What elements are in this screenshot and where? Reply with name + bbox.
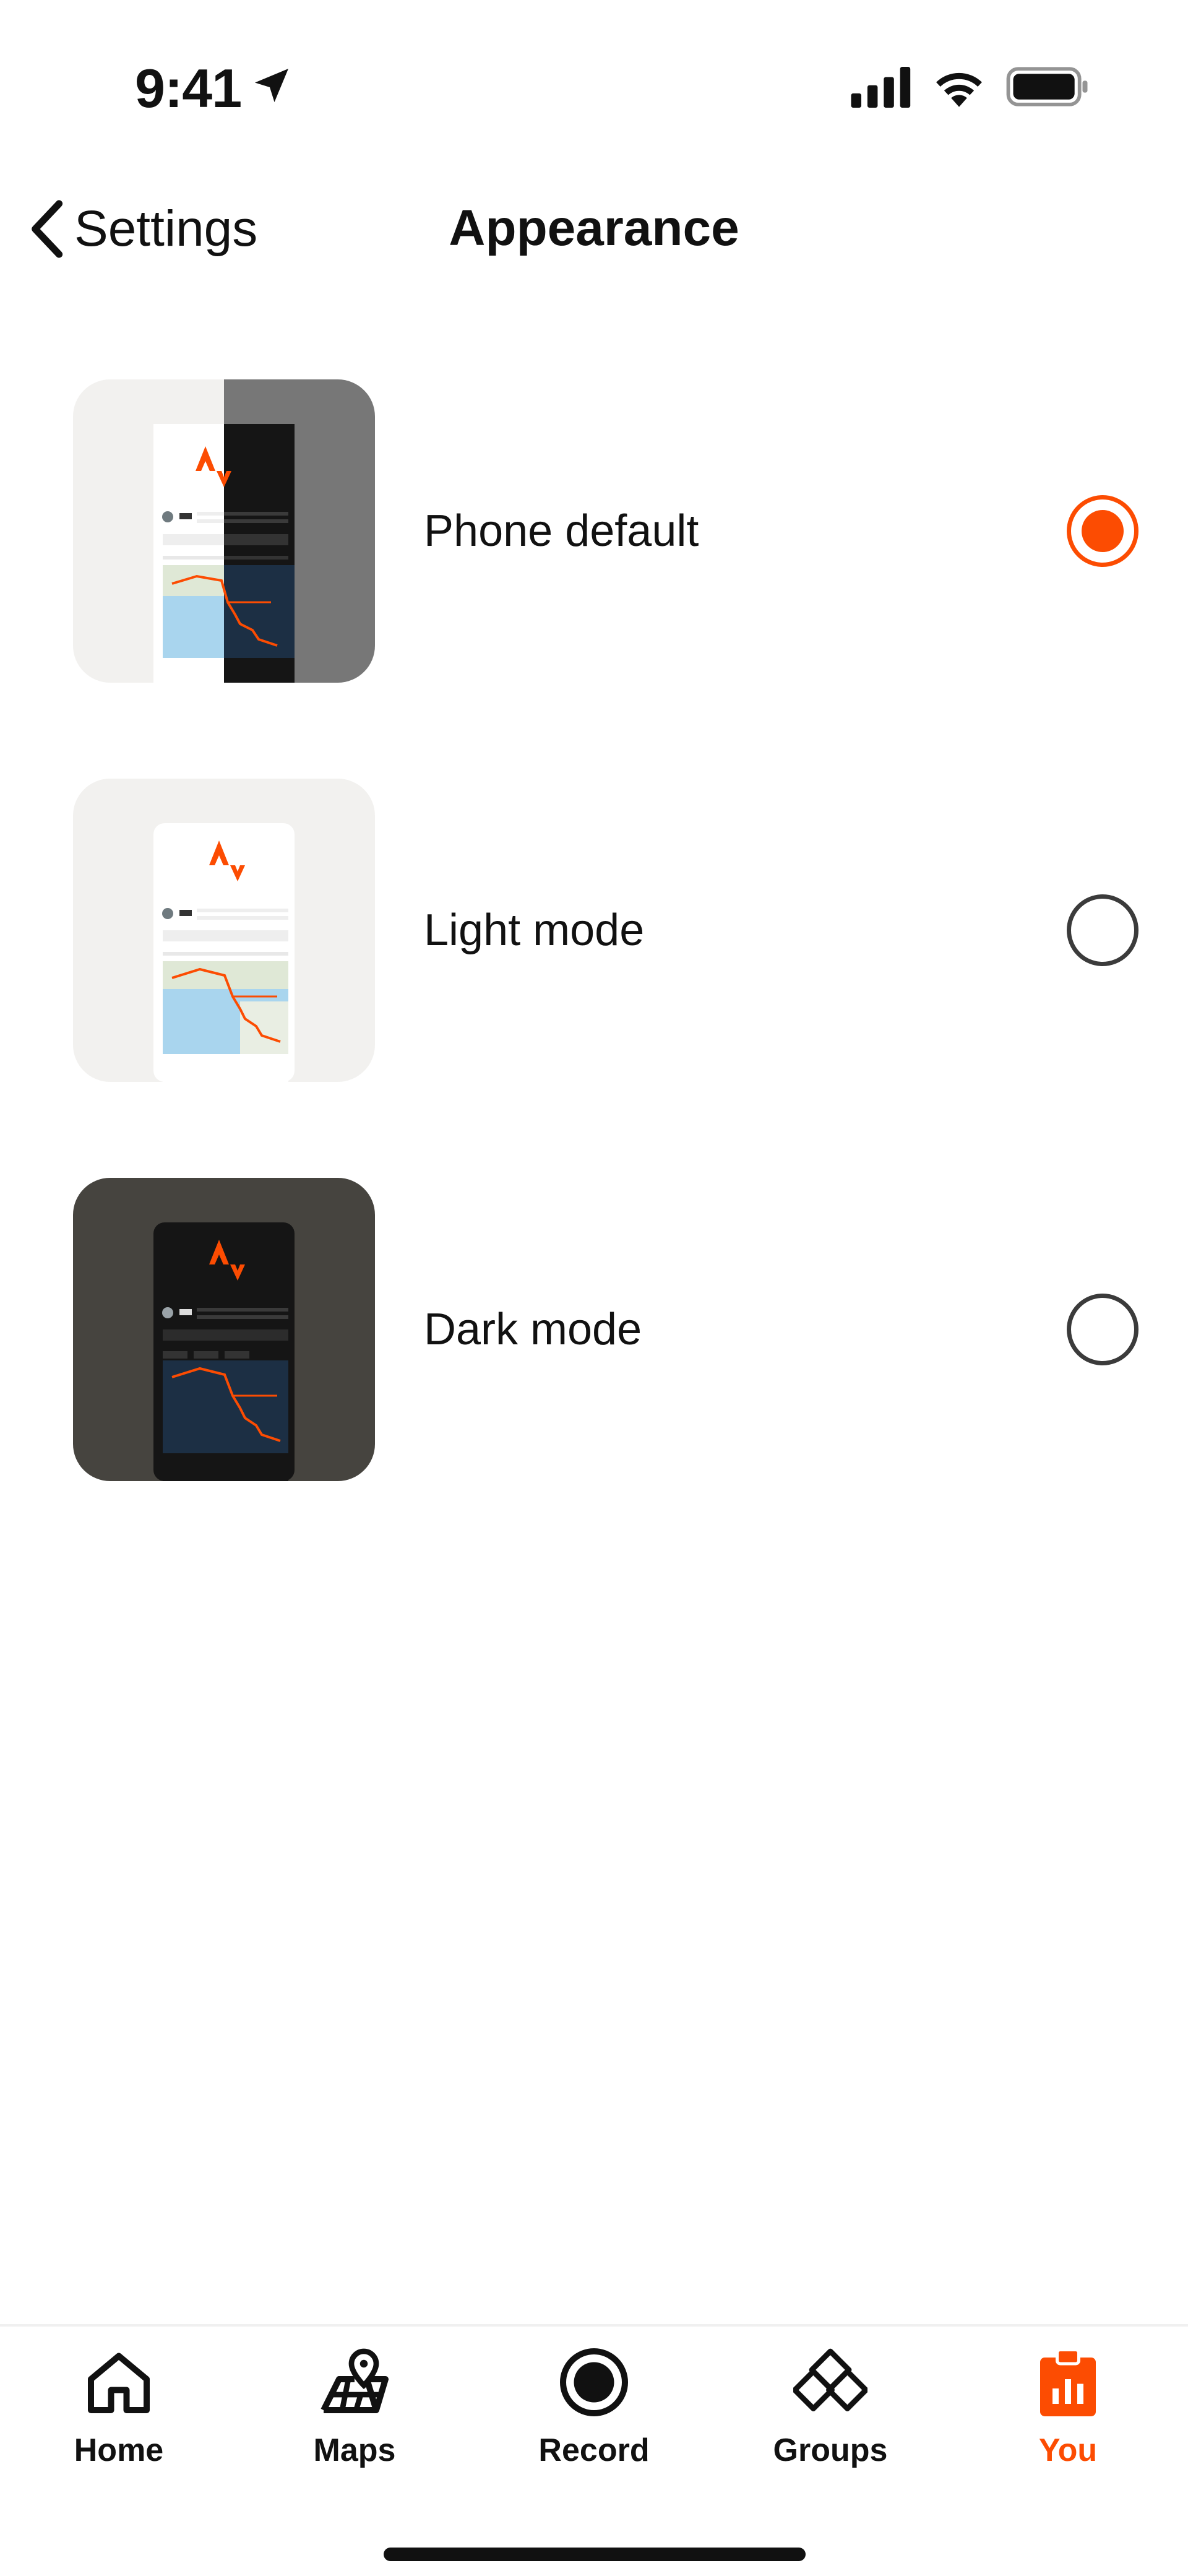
- tab-label: Record: [538, 2432, 650, 2468]
- option-phone-default[interactable]: Phone default: [0, 379, 1188, 683]
- status-time: 9:41: [135, 58, 242, 119]
- home-indicator: [384, 2548, 806, 2561]
- option-label: Dark mode: [424, 1305, 642, 1354]
- phone-default-preview-image: [73, 379, 375, 683]
- option-label: Light mode: [424, 905, 645, 955]
- tab-maps[interactable]: Maps: [262, 2345, 447, 2487]
- location-arrow-icon: [255, 69, 288, 102]
- phone-default-preview: [73, 379, 375, 683]
- tab-record[interactable]: Record: [501, 2345, 687, 2487]
- maps-icon: [321, 2348, 389, 2413]
- tab-groups[interactable]: Groups: [738, 2345, 923, 2487]
- tab-label: Groups: [773, 2432, 888, 2468]
- tab-bar: Home Maps Record Groups You: [0, 2324, 1188, 2576]
- you-icon: [1040, 2348, 1096, 2416]
- radio-button[interactable]: [1067, 894, 1138, 966]
- option-label: Phone default: [424, 506, 699, 556]
- option-light-mode[interactable]: Light mode: [0, 779, 1188, 1082]
- record-icon: [560, 2348, 628, 2416]
- tab-label: Home: [74, 2432, 164, 2468]
- tab-home[interactable]: Home: [26, 2345, 212, 2487]
- cellular-signal-icon: [851, 67, 911, 108]
- light-mode-preview: [73, 779, 375, 1082]
- wifi-icon: [936, 72, 982, 107]
- home-icon: [88, 2353, 150, 2413]
- light-mode-preview-image: [73, 779, 375, 1082]
- dark-mode-preview: [73, 1178, 375, 1481]
- option-dark-mode[interactable]: Dark mode: [0, 1178, 1188, 1481]
- nav-header: Settings Appearance: [0, 186, 1188, 272]
- radio-button[interactable]: [1067, 1294, 1138, 1365]
- tab-you[interactable]: You: [975, 2345, 1161, 2487]
- battery-icon: [1006, 67, 1088, 106]
- tab-label: Maps: [313, 2432, 396, 2468]
- status-bar: 9:41: [0, 0, 1188, 161]
- dark-mode-preview-image: [73, 1178, 375, 1481]
- groups-icon: [793, 2348, 867, 2411]
- radio-dot: [1082, 510, 1124, 552]
- page-title: Appearance: [449, 200, 739, 256]
- radio-button-selected[interactable]: [1067, 495, 1138, 567]
- tab-label: You: [1038, 2432, 1098, 2468]
